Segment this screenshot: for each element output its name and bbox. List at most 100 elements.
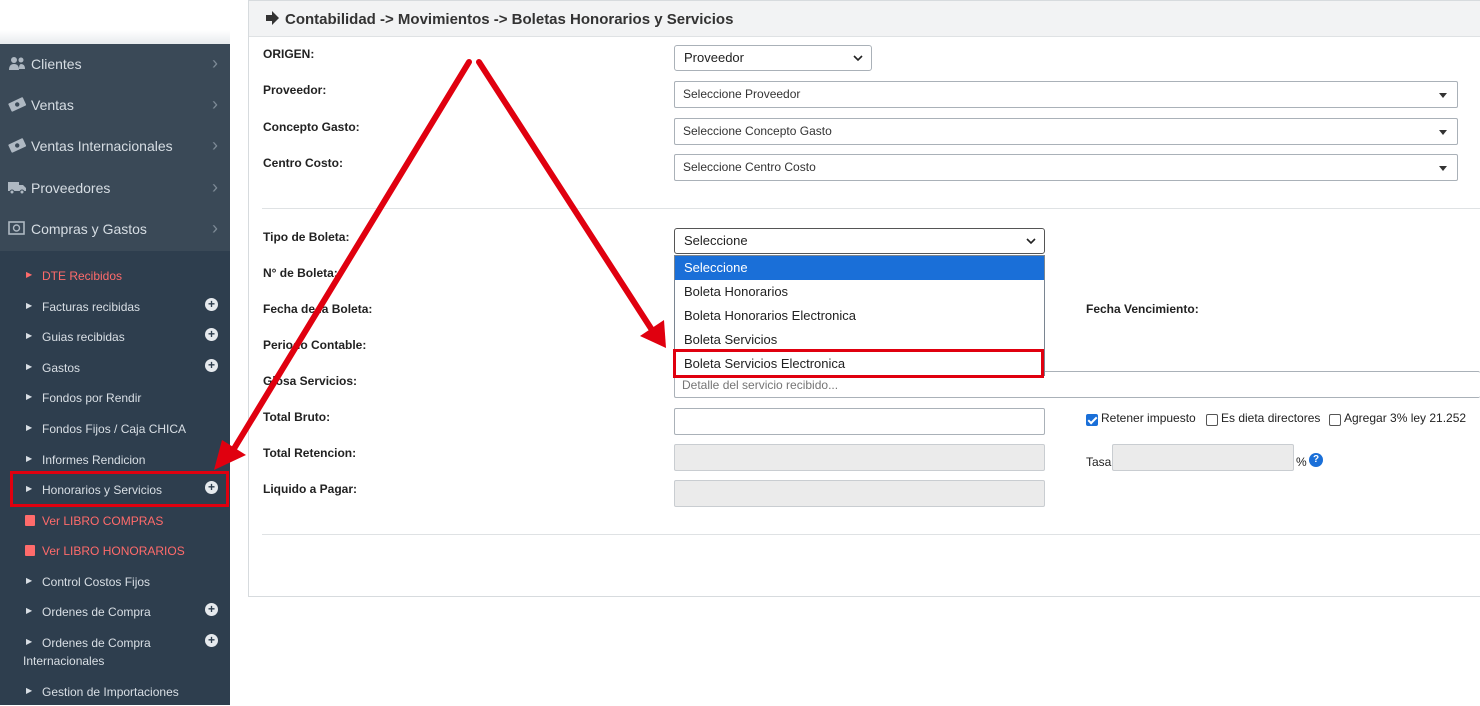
caret-down-icon [1439,166,1447,171]
chevron-right-icon: › [212,135,218,155]
total-retencion-label: Total Retencion: [263,446,357,460]
proveedor-select[interactable]: Seleccione Proveedor [674,81,1458,108]
sub-label: Informes Rendicion [42,453,146,467]
agregar-ley-label: Agregar 3% ley 21.252 [1344,411,1467,425]
sub-label: Ver LIBRO COMPRAS [42,514,164,528]
sub-label: Ver LIBRO HONORARIOS [42,544,185,558]
dieta-directores-checkbox[interactable] [1206,414,1218,426]
glosa-label: Glosa Servicios: [263,374,358,388]
tipo-boleta-select[interactable]: Seleccione [674,228,1045,254]
tasa-label: Tasa [1086,455,1112,469]
caret-right-icon: ▶ [26,454,33,463]
centro-costo-select[interactable]: Seleccione Centro Costo [674,154,1458,181]
retener-impuesto-checkbox[interactable] [1086,414,1098,426]
sub-label: Facturas recibidas [42,300,141,314]
sidebar-item-informes-rendicion[interactable]: ▶ Informes Rendicion [0,446,230,474]
plus-circle-icon[interactable]: + [205,298,218,311]
centro-costo-label: Centro Costo: [263,156,343,170]
sidebar-item-fondos-por-rendir[interactable]: ▶ Fondos por Rendir [0,384,230,412]
caret-down-icon [1439,130,1447,135]
plus-circle-icon[interactable]: + [205,603,218,616]
centro-value: Seleccione Centro Costo [683,160,816,174]
nav-item-ventas[interactable]: Ventas › [0,85,230,125]
truck-icon [8,182,26,195]
agregar-ley-checkbox[interactable] [1329,414,1341,426]
dropdown-option-boleta-honorarios-electronica[interactable]: Boleta Honorarios Electronica [675,304,1044,328]
proveedor-label: Proveedor: [263,83,327,97]
retener-impuesto-label: Retener impuesto [1101,411,1196,425]
sidebar-header-shadow [0,30,230,44]
plus-circle-icon[interactable]: + [205,634,218,647]
caret-right-icon: ▶ [26,362,33,371]
money-icon [8,97,26,112]
fecha-vencimiento-label: Fecha Vencimiento: [1086,302,1199,316]
sidebar-item-ordenes-de-compra[interactable]: ▶ Ordenes de Compra + [0,598,230,626]
help-icon[interactable]: ? [1309,453,1323,467]
concepto-gasto-select[interactable]: Seleccione Concepto Gasto [674,118,1458,145]
divider [262,208,1480,209]
nav-label: Compras y Gastos [31,221,147,237]
nav-item-compras-y-gastos[interactable]: Compras y Gastos › [0,209,230,249]
sidebar-item-fondos-fijos[interactable]: ▶ Fondos Fijos / Caja CHICA [0,415,230,443]
concepto-value: Seleccione Concepto Gasto [683,124,832,138]
plus-circle-icon[interactable]: + [205,328,218,341]
periodo-contable-label: Periodo Contable: [263,338,367,352]
chevron-right-icon: › [212,53,218,73]
tasa-input [1112,444,1294,471]
sub-label: Gestion de Importaciones [42,685,179,699]
liquido-pagar-label: Liquido a Pagar: [263,482,358,496]
chevron-down-icon [853,55,863,62]
chevron-right-icon: › [212,94,218,114]
main-nav: Clientes › Ventas › Ventas Internacional… [0,44,230,251]
money-icon [8,138,26,153]
caret-down-icon [1439,93,1447,98]
sub-label: Control Costos Fijos [42,575,151,589]
nav-item-clientes[interactable]: Clientes › [0,44,230,84]
caret-right-icon: ▶ [26,270,33,279]
sub-label: Gastos [42,361,81,375]
origen-value: Proveedor [684,50,744,65]
sub-label-line2: Internacionales [23,654,105,668]
total-bruto-label: Total Bruto: [263,410,331,424]
dropdown-option-boleta-honorarios[interactable]: Boleta Honorarios [675,280,1044,304]
origen-label: ORIGEN: [263,47,315,61]
nav-item-proveedores[interactable]: Proveedores › [0,168,230,208]
sidebar-item-gestion-de-importaciones[interactable]: ▶ Gestion de Importaciones [0,678,230,706]
sidebar-item-ordenes-de-compra-internacionales[interactable]: ▶ Ordenes de Compra Internacionales + [0,629,230,669]
sub-label: Fondos por Rendir [42,391,142,405]
dieta-directores-label: Es dieta directores [1221,411,1321,425]
sidebar-item-ver-libro-honorarios[interactable]: Ver LIBRO HONORARIOS [0,537,230,565]
caret-right-icon: ▶ [26,606,33,615]
fecha-boleta-label: Fecha de la Boleta: [263,302,373,316]
sub-label: Fondos Fijos / Caja CHICA [42,422,187,436]
sidebar-item-ver-libro-compras[interactable]: Ver LIBRO COMPRAS [0,507,230,535]
dropdown-option-seleccione[interactable]: Seleccione [675,256,1044,280]
nav-item-ventas-internacionales[interactable]: Ventas Internacionales › [0,126,230,166]
nav-label: Ventas Internacionales [31,138,173,154]
sub-label: Ordenes de Compra [42,636,151,650]
numero-boleta-label: N° de Boleta: [263,266,338,280]
users-icon [9,57,25,70]
divider [262,534,1480,535]
book-icon [25,515,35,526]
liquido-pagar-input [674,480,1045,507]
sidebar-item-dte-recibidos[interactable]: ▶ DTE Recibidos [0,262,230,290]
caret-right-icon: ▶ [26,331,33,340]
chevron-down-icon [1026,238,1036,245]
panel-header: Contabilidad -> Movimientos -> Boletas H… [249,1,1480,37]
caret-right-icon: ▶ [26,423,33,432]
sidebar-item-facturas-recibidas[interactable]: ▶ Facturas recibidas + [0,293,230,321]
sidebar-item-control-costos-fijos[interactable]: ▶ Control Costos Fijos [0,568,230,596]
annotation-highlight-option [673,349,1044,378]
annotation-highlight-sidebar [10,471,229,507]
total-retencion-input [674,444,1045,471]
plus-circle-icon[interactable]: + [205,359,218,372]
nav-label: Proveedores [31,180,111,196]
caret-right-icon: ▶ [26,637,33,646]
total-bruto-input[interactable] [674,408,1045,435]
origen-select[interactable]: Proveedor [674,45,872,71]
sidebar-item-guias-recibidas[interactable]: ▶ Guias recibidas + [0,323,230,351]
sidebar-item-gastos[interactable]: ▶ Gastos + [0,354,230,382]
sub-label: Ordenes de Compra [42,605,151,619]
page-title: Contabilidad -> Movimientos -> Boletas H… [285,11,734,28]
